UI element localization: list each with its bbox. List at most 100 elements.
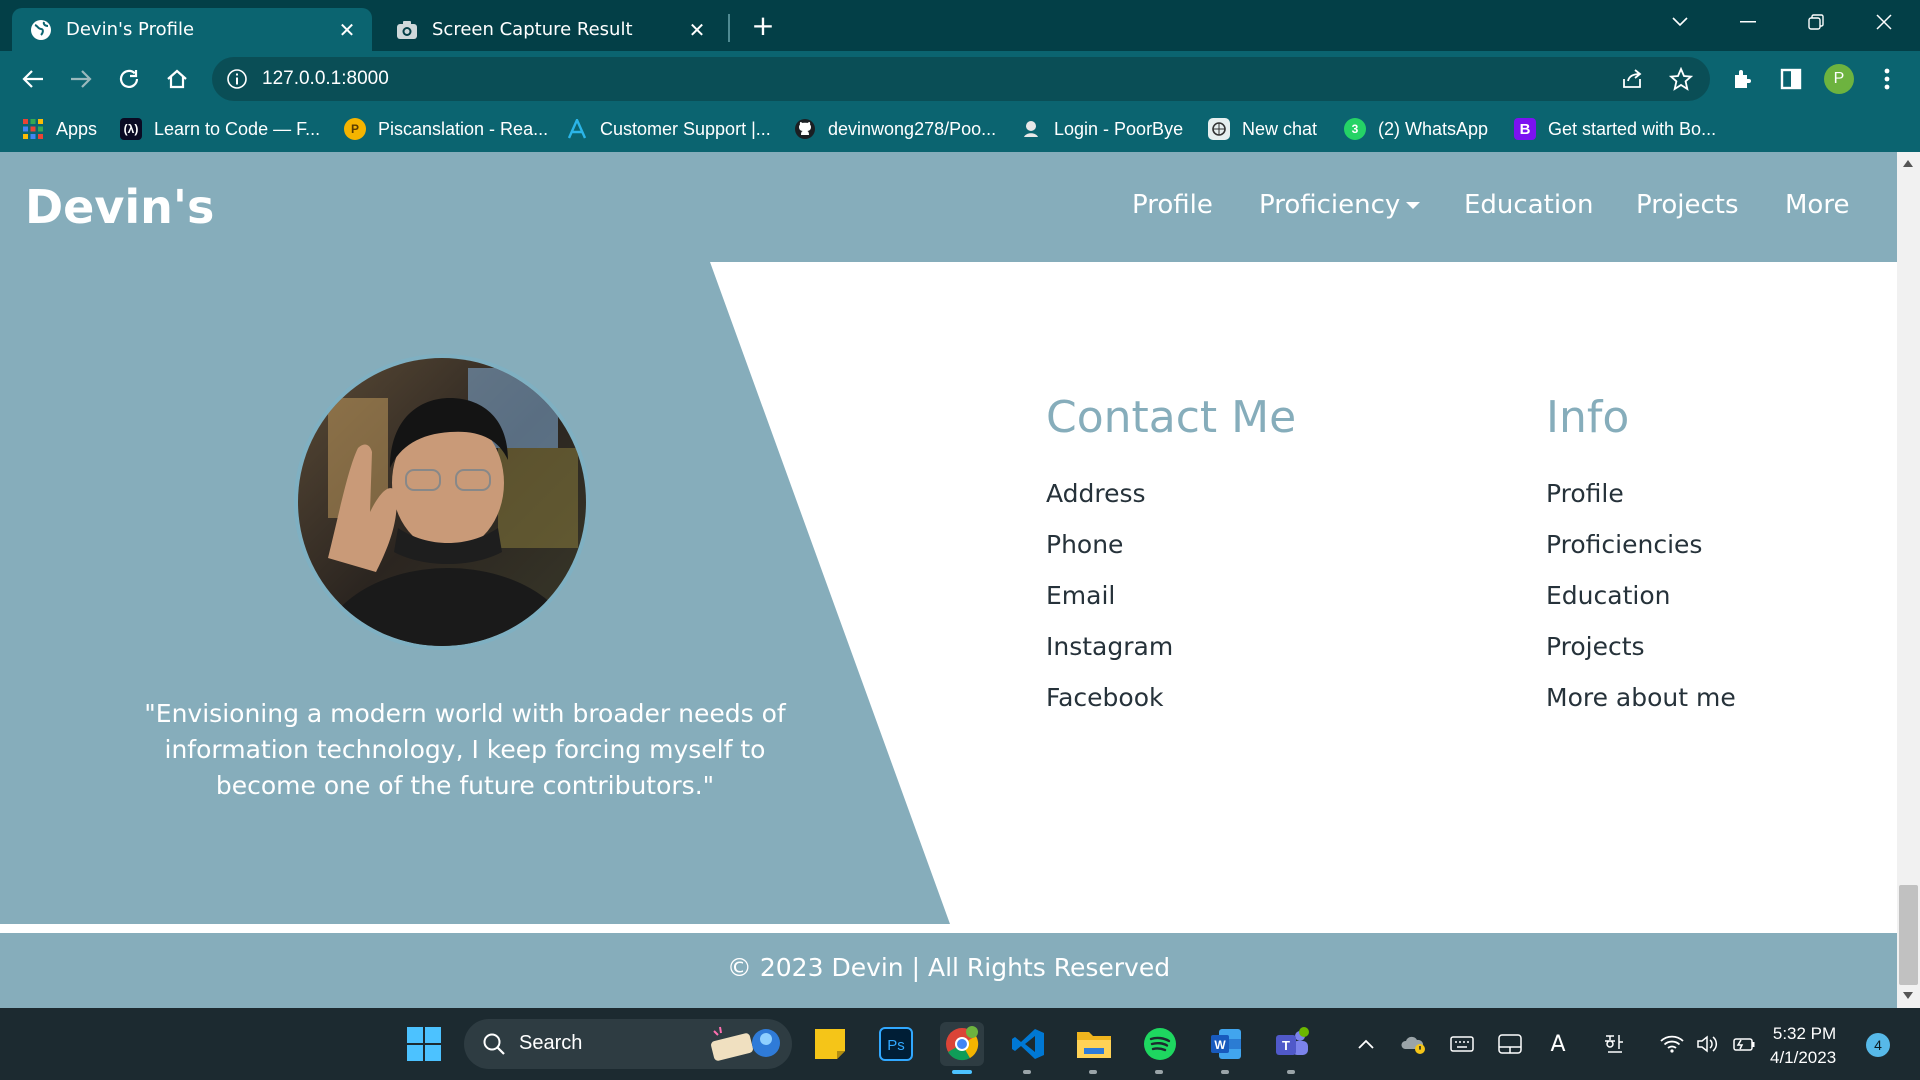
side-panel-icon[interactable] <box>1776 64 1806 94</box>
address-bar[interactable]: 127.0.0.1:8000 <box>212 57 1710 101</box>
wifi-icon[interactable] <box>1658 1030 1686 1058</box>
notification-badge[interactable]: 4 <box>1866 1033 1890 1057</box>
whatsapp-icon: 3 <box>1344 118 1366 140</box>
nav-profile[interactable]: Profile <box>1132 190 1213 220</box>
bookmark-poorbye[interactable]: Login - PoorBye <box>1020 116 1183 142</box>
battery-charging-icon[interactable] <box>1730 1030 1758 1058</box>
bookmark-new-chat[interactable]: New chat <box>1208 116 1317 142</box>
bookmark-label: Piscanslation - Rea... <box>378 118 549 139</box>
start-button[interactable] <box>402 1022 446 1066</box>
bookmarks-bar: Apps (λ) Learn to Code — F... P Piscansl… <box>0 106 1920 152</box>
running-indicator <box>1155 1070 1163 1074</box>
browser-toolbar: 127.0.0.1:8000 P <box>0 51 1920 106</box>
taskbar-clock[interactable]: 5:32 PM 4/1/2023 <box>1770 1022 1836 1070</box>
svg-text:T: T <box>1282 1038 1290 1053</box>
show-hidden-icons-chevron-icon[interactable] <box>1352 1030 1380 1058</box>
korean-ime-icon[interactable] <box>1600 1030 1628 1058</box>
close-window-button[interactable] <box>1854 0 1914 44</box>
bookmark-label: (2) WhatsApp <box>1378 118 1489 139</box>
bookmark-label: devinwong278/Poo... <box>828 118 997 139</box>
file-explorer-app-icon[interactable] <box>1072 1022 1116 1074</box>
contact-phone-link[interactable]: Phone <box>1046 530 1123 559</box>
tab-label: Screen Capture Result <box>432 19 633 40</box>
running-indicator <box>1089 1070 1097 1074</box>
close-tab-icon[interactable]: ✕ <box>332 15 362 45</box>
home-button[interactable] <box>160 62 194 96</box>
teams-app-icon[interactable]: T <box>1270 1022 1314 1074</box>
word-app-icon[interactable]: W <box>1204 1022 1248 1074</box>
scroll-down-arrow-icon[interactable] <box>1903 992 1913 999</box>
piscanslation-icon: P <box>344 118 366 140</box>
nav-education[interactable]: Education <box>1464 190 1593 220</box>
bookmark-customer-support[interactable]: Customer Support |... <box>566 116 771 142</box>
info-proficiencies-link[interactable]: Proficiencies <box>1546 530 1702 559</box>
bookmark-piscanslation[interactable]: P Piscanslation - Rea... <box>344 116 548 142</box>
page-viewport: Devin's Profile Proficiency Education Pr… <box>0 152 1897 1008</box>
profile-photo <box>294 354 590 650</box>
volume-icon[interactable] <box>1694 1030 1722 1058</box>
bookmark-whatsapp[interactable]: 3 (2) WhatsApp <box>1344 116 1488 142</box>
close-tab-icon[interactable]: ✕ <box>682 15 712 45</box>
tab-label: Devin's Profile <box>66 19 195 40</box>
minimize-button[interactable] <box>1718 0 1778 44</box>
bookmark-label: Login - PoorBye <box>1054 118 1184 139</box>
reload-button[interactable] <box>112 62 146 96</box>
tab-devins-profile[interactable]: Devin's Profile ✕ <box>12 8 372 51</box>
forward-button[interactable] <box>64 62 98 96</box>
url-text[interactable]: 127.0.0.1:8000 <box>262 68 389 90</box>
camera-icon <box>396 19 418 41</box>
search-icon <box>482 1032 506 1060</box>
touchpad-icon[interactable] <box>1496 1030 1524 1058</box>
tab-screen-capture[interactable]: Screen Capture Result ✕ <box>378 8 722 51</box>
profile-avatar[interactable]: P <box>1824 64 1854 94</box>
contact-facebook-link[interactable]: Facebook <box>1046 683 1163 712</box>
contact-address-link[interactable]: Address <box>1046 479 1146 508</box>
share-icon[interactable] <box>1620 67 1644 91</box>
bookmark-label: Learn to Code — F... <box>154 118 321 139</box>
bookmark-apps[interactable]: Apps <box>22 116 97 142</box>
menu-kebab-icon[interactable] <box>1872 64 1902 94</box>
site-brand[interactable]: Devin's <box>25 180 214 234</box>
scrollbar-thumb[interactable] <box>1899 885 1918 985</box>
onedrive-icon[interactable] <box>1400 1030 1428 1058</box>
taskbar-search[interactable]: Search <box>464 1019 792 1069</box>
bookmark-bootstrap[interactable]: B Get started with Bo... <box>1514 116 1716 142</box>
scroll-up-arrow-icon[interactable] <box>1903 160 1913 167</box>
bookmark-label: Apps <box>56 118 98 139</box>
bookmark-github[interactable]: devinwong278/Poo... <box>794 116 996 142</box>
info-projects-link[interactable]: Projects <box>1546 632 1645 661</box>
contact-instagram-link[interactable]: Instagram <box>1046 632 1173 661</box>
tab-strip: Devin's Profile ✕ Screen Capture Result … <box>0 0 1920 51</box>
contact-email-link[interactable]: Email <box>1046 581 1115 610</box>
bookmark-freecodecamp[interactable]: (λ) Learn to Code — F... <box>120 116 320 142</box>
search-label: Search <box>519 1032 583 1054</box>
spotify-app-icon[interactable] <box>1138 1022 1182 1074</box>
info-education-link[interactable]: Education <box>1546 581 1670 610</box>
nav-projects[interactable]: Projects <box>1636 190 1739 220</box>
nav-more[interactable]: More <box>1785 190 1849 220</box>
info-more-link[interactable]: More about me <box>1546 683 1736 712</box>
keyboard-icon[interactable] <box>1448 1030 1476 1058</box>
contact-title: Contact Me <box>1046 392 1297 443</box>
info-icon[interactable] <box>226 68 248 90</box>
clock-date: 4/1/2023 <box>1770 1048 1837 1067</box>
restore-button[interactable] <box>1786 0 1846 44</box>
extensions-icon[interactable] <box>1728 64 1758 94</box>
search-highlight-icon <box>708 1025 782 1067</box>
input-language-icon[interactable]: A <box>1544 1030 1572 1058</box>
info-title: Info <box>1546 392 1630 443</box>
back-button[interactable] <box>16 62 50 96</box>
photoshop-app-icon[interactable]: Ps <box>874 1022 918 1066</box>
chrome-app-icon[interactable] <box>940 1022 984 1074</box>
github-icon <box>794 118 816 140</box>
tab-search-icon[interactable] <box>1650 0 1710 44</box>
svg-text:Ps: Ps <box>887 1037 905 1054</box>
running-indicator <box>1023 1070 1031 1074</box>
vscode-app-icon[interactable] <box>1006 1022 1050 1074</box>
new-tab-button[interactable]: + <box>748 9 778 42</box>
info-profile-link[interactable]: Profile <box>1546 479 1624 508</box>
bookmark-star-icon[interactable] <box>1668 66 1694 91</box>
nav-proficiency[interactable]: Proficiency <box>1259 190 1421 220</box>
page-scrollbar[interactable] <box>1897 152 1920 1008</box>
sticky-notes-app-icon[interactable] <box>808 1022 852 1066</box>
